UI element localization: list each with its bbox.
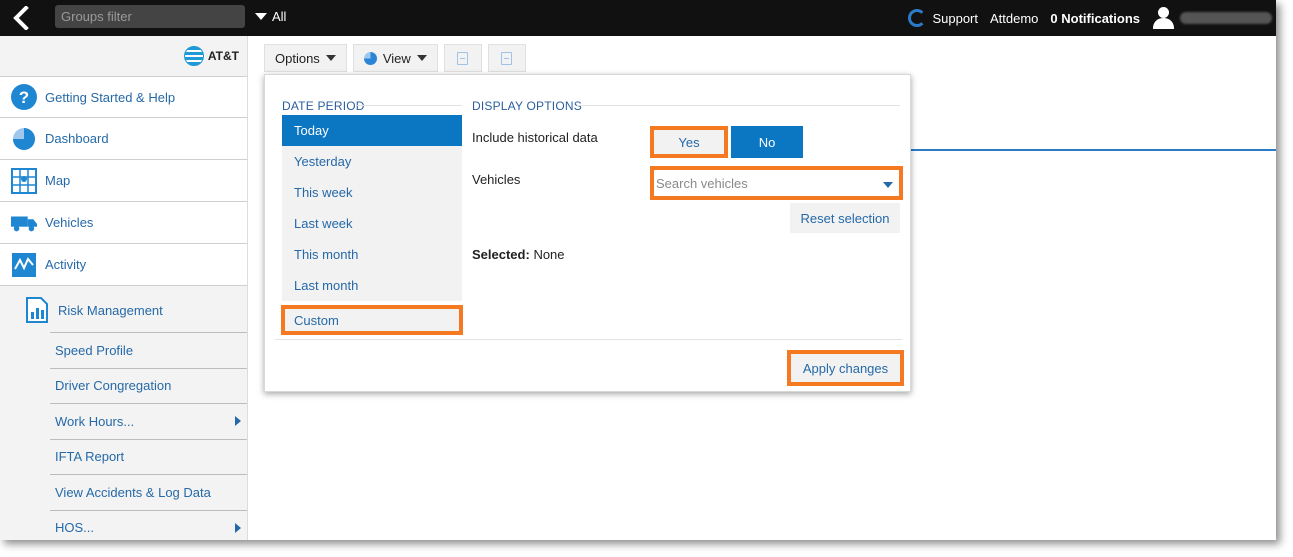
sidebar-subitem-label: Work Hours...	[55, 413, 135, 429]
sidebar-item-vehicles[interactable]: Vehicles	[0, 202, 247, 244]
period-option-today[interactable]: Today	[282, 115, 462, 146]
selected-value: None	[533, 247, 565, 262]
brand-label: AT&T	[207, 49, 239, 63]
brand-logo: AT&T	[0, 36, 247, 76]
period-option-this-month[interactable]: This month	[282, 239, 462, 270]
sidebar-subitem-speed-profile[interactable]: Speed Profile	[50, 332, 247, 368]
caret-down-icon	[255, 13, 267, 20]
sidebar-item-getting-started[interactable]: ? Getting Started & Help	[0, 76, 247, 118]
period-option-custom[interactable]: Custom	[281, 305, 463, 335]
map-icon	[11, 167, 37, 194]
sidebar-subitem-driver-congregation[interactable]: Driver Congregation	[50, 367, 247, 404]
document-icon	[501, 51, 513, 65]
att-globe-icon	[183, 46, 204, 66]
sidebar-subitem-view-accidents[interactable]: View Accidents & Log Data	[50, 474, 247, 510]
sidebar-item-label: Map	[45, 173, 71, 188]
top-bar: All Support Attdemo 0 Notifications	[0, 0, 1276, 36]
redacted-username	[1180, 12, 1272, 24]
date-period-list: Today Yesterday This week Last week This…	[281, 115, 463, 335]
groups-filter-input[interactable]	[55, 5, 245, 28]
sidebar-item-label: Vehicles	[45, 215, 94, 230]
vehicle-search-input[interactable]	[654, 171, 874, 195]
chevron-right-icon	[235, 416, 241, 427]
export-excel-button[interactable]	[487, 44, 526, 72]
sidebar-subitem-label: View Accidents & Log Data	[55, 484, 211, 500]
view-label: View	[382, 50, 411, 66]
user-avatar-icon[interactable]	[1152, 6, 1174, 30]
sidebar-subitem-work-hours[interactable]: Work Hours...	[50, 403, 247, 439]
sidebar-item-label: Activity	[45, 257, 87, 272]
period-option-yesterday[interactable]: Yesterday	[282, 146, 462, 177]
export-pdf-button[interactable]	[443, 44, 482, 72]
caret-down-icon	[325, 55, 336, 61]
selected-vehicles-summary: Selected: None	[472, 247, 565, 262]
all-groups-label: All	[272, 9, 287, 24]
support-icon	[908, 9, 927, 27]
activity-icon	[11, 252, 37, 278]
sidebar: AT&T ? Getting Started & Help Dashboard …	[0, 36, 248, 540]
display-options-title: DISPLAY OPTIONS	[472, 99, 582, 113]
chevron-right-icon	[235, 522, 241, 533]
view-dropdown-button[interactable]: View	[352, 44, 438, 72]
options-panel: DATE PERIOD DISPLAY OPTIONS Today Yester…	[264, 74, 911, 392]
dashboard-icon	[11, 126, 37, 152]
period-option-last-week[interactable]: Last week	[282, 208, 462, 239]
sidebar-subitem-label: IFTA Report	[55, 449, 125, 465]
sidebar-item-label: Getting Started & Help	[45, 89, 176, 105]
divider	[577, 105, 900, 106]
svg-text:?: ?	[19, 88, 29, 107]
sidebar-section-risk-management[interactable]: Risk Management	[0, 288, 247, 332]
sidebar-section-label: Risk Management	[58, 302, 163, 318]
historical-no-button[interactable]: No	[731, 126, 803, 158]
top-right-menu: Support Attdemo 0 Notifications	[908, 0, 1276, 36]
selected-prefix: Selected:	[472, 247, 530, 262]
support-label: Support	[932, 10, 978, 26]
content-divider	[908, 149, 1276, 151]
period-option-last-month[interactable]: Last month	[282, 270, 462, 301]
sidebar-subitem-hos[interactable]: HOS...	[50, 509, 247, 541]
reset-selection-button[interactable]: Reset selection	[790, 203, 900, 233]
vehicles-label: Vehicles	[472, 172, 521, 187]
help-icon: ?	[11, 84, 37, 110]
sidebar-subitem-label: Driver Congregation	[55, 378, 172, 394]
notifications-link[interactable]: 0 Notifications	[1050, 11, 1140, 26]
options-label: Options	[275, 50, 320, 66]
historical-yes-button[interactable]: Yes	[650, 126, 728, 158]
sidebar-item-dashboard[interactable]: Dashboard	[0, 118, 247, 160]
document-icon	[457, 51, 469, 65]
sidebar-item-label: Dashboard	[45, 131, 109, 146]
period-option-this-week[interactable]: This week	[282, 177, 462, 208]
sidebar-item-map[interactable]: Map	[0, 160, 247, 202]
sidebar-subitem-label: HOS...	[55, 520, 95, 536]
app-window: All Support Attdemo 0 Notifications AT&T…	[0, 0, 1276, 540]
pie-chart-icon	[363, 51, 377, 65]
date-period-title: DATE PERIOD	[282, 99, 365, 113]
sidebar-subitem-ifta-report[interactable]: IFTA Report	[50, 438, 247, 475]
back-arrow-icon[interactable]	[10, 6, 34, 30]
divider	[357, 105, 462, 106]
caret-down-icon[interactable]	[883, 182, 893, 188]
truck-icon	[11, 210, 37, 236]
historical-data-label: Include historical data	[472, 130, 598, 145]
all-groups-dropdown[interactable]: All	[255, 9, 286, 24]
sidebar-subitem-label: Speed Profile	[55, 342, 134, 358]
apply-changes-button[interactable]: Apply changes	[787, 350, 904, 386]
report-icon	[24, 297, 50, 323]
support-link[interactable]: Support	[908, 9, 978, 27]
vehicle-search-dropdown[interactable]	[650, 166, 903, 200]
caret-down-icon	[416, 55, 427, 61]
panel-footer-divider	[275, 339, 902, 340]
sidebar-item-activity[interactable]: Activity	[0, 244, 247, 286]
toolbar: Options View	[264, 44, 526, 72]
options-dropdown-button[interactable]: Options	[264, 44, 347, 72]
user-name-link[interactable]: Attdemo	[990, 11, 1038, 26]
